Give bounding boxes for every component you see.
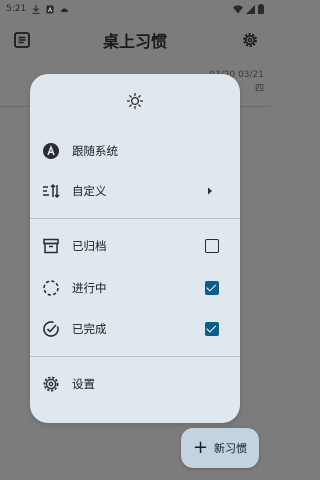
new-habit-label: 新习惯 (214, 442, 248, 455)
menu-item-completed[interactable]: 已完成 (30, 309, 240, 349)
download-icon (32, 4, 40, 14)
menu-divider (30, 218, 240, 219)
view-options-menu: 跟随系统 自定义 已归档 进行中 已完成 设置 (30, 74, 240, 423)
menu-item-settings[interactable]: 设置 (30, 364, 240, 404)
auto-theme-icon (43, 143, 59, 159)
dashed-circle-icon (43, 280, 59, 296)
menu-item-archived[interactable]: 已归档 (30, 226, 240, 266)
battery-icon (258, 4, 264, 14)
plus-icon: + (192, 437, 209, 458)
page-title: 桌上习惯 (102, 32, 167, 51)
archive-icon (43, 238, 59, 254)
brightness-icon (126, 92, 144, 110)
sort-icon (43, 183, 60, 199)
android-icon (61, 8, 69, 12)
menu-item-custom[interactable]: 自定义 (30, 171, 240, 211)
menu-item-label: 已归档 (72, 239, 107, 253)
menu-item-label: 自定义 (72, 184, 107, 198)
chevron-right-icon (208, 187, 212, 195)
signal-icon (246, 4, 255, 14)
in-progress-checkbox[interactable] (205, 281, 219, 295)
menu-item-label: 进行中 (72, 281, 107, 295)
archived-checkbox[interactable] (205, 239, 219, 253)
menu-item-in-progress[interactable]: 进行中 (30, 268, 240, 308)
settings-gear-icon[interactable] (240, 30, 260, 50)
wifi-icon (233, 4, 243, 13)
gear-icon (43, 376, 59, 392)
menu-divider (30, 356, 240, 357)
app-bar: 桌上习惯 (0, 18, 270, 62)
status-time: 5:21 (6, 4, 27, 14)
menu-item-label: 设置 (72, 377, 95, 391)
new-habit-button[interactable]: + 新习惯 (181, 428, 259, 468)
menu-item-label: 跟随系统 (72, 144, 118, 158)
status-bar: 5:21 A (0, 0, 270, 18)
sim-icon: A (46, 5, 54, 14)
menu-item-follow-system[interactable]: 跟随系统 (30, 131, 240, 171)
check-circle-icon (43, 321, 59, 337)
menu-item-label: 已完成 (72, 322, 107, 336)
completed-checkbox[interactable] (205, 322, 219, 336)
